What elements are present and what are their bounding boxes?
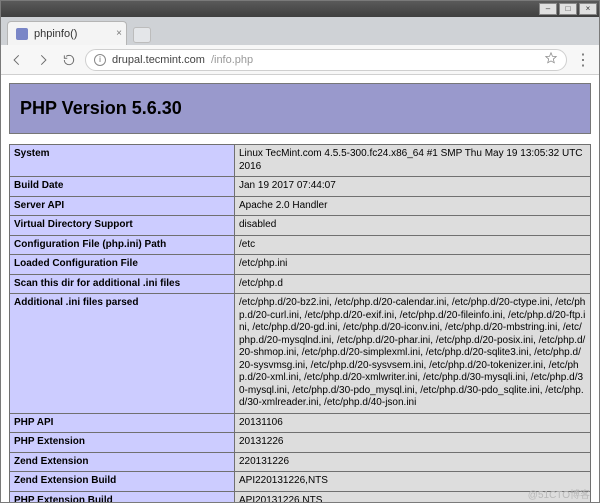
table-row: Loaded Configuration File/etc/php.ini: [10, 255, 591, 275]
site-info-icon[interactable]: i: [94, 54, 106, 66]
phpinfo-table: SystemLinux TecMint.com 4.5.5-300.fc24.x…: [9, 144, 591, 502]
bookmark-button[interactable]: [544, 51, 558, 68]
watermark: @51CTO博客: [528, 486, 590, 501]
tab-title: phpinfo(): [34, 28, 77, 40]
table-row: Server APIApache 2.0 Handler: [10, 196, 591, 216]
window-minimize-button[interactable]: –: [539, 3, 557, 15]
window-maximize-button[interactable]: □: [559, 3, 577, 15]
table-row: Build DateJan 19 2017 07:44:07: [10, 177, 591, 197]
table-row: PHP Extension BuildAPI20131226,NTS: [10, 491, 591, 502]
browser-menu-button[interactable]: ⋮: [573, 50, 593, 70]
row-key: System: [10, 145, 235, 177]
row-key: Zend Extension: [10, 452, 235, 472]
tab-strip: phpinfo() ×: [1, 17, 599, 45]
table-row: PHP API20131106: [10, 413, 591, 433]
row-value: Linux TecMint.com 4.5.5-300.fc24.x86_64 …: [235, 145, 591, 177]
new-tab-button[interactable]: [133, 27, 151, 43]
forward-arrow-icon: [36, 53, 50, 67]
table-row: SystemLinux TecMint.com 4.5.5-300.fc24.x…: [10, 145, 591, 177]
row-value: 220131226: [235, 452, 591, 472]
address-domain: drupal.tecmint.com: [112, 54, 205, 66]
row-key: Additional .ini files parsed: [10, 294, 235, 414]
table-row: Configuration File (php.ini) Path/etc: [10, 235, 591, 255]
tab-close-icon[interactable]: ×: [116, 28, 122, 39]
address-path: /info.php: [211, 54, 253, 66]
reload-button[interactable]: [59, 50, 79, 70]
window-titlebar: – □ ×: [1, 1, 599, 17]
table-row: Zend Extension BuildAPI220131226,NTS: [10, 472, 591, 492]
row-key: Loaded Configuration File: [10, 255, 235, 275]
row-value: Jan 19 2017 07:44:07: [235, 177, 591, 197]
table-row: Zend Extension220131226: [10, 452, 591, 472]
row-value: /etc/php.ini: [235, 255, 591, 275]
window-close-button[interactable]: ×: [579, 3, 597, 15]
row-value: 20131226: [235, 433, 591, 453]
page-viewport[interactable]: PHP Version 5.6.30 SystemLinux TecMint.c…: [1, 75, 599, 502]
row-key: Zend Extension Build: [10, 472, 235, 492]
reload-icon: [62, 53, 76, 67]
forward-button[interactable]: [33, 50, 53, 70]
star-icon: [544, 51, 558, 65]
page-title: PHP Version 5.6.30: [20, 98, 580, 119]
row-value: /etc: [235, 235, 591, 255]
tab-phpinfo[interactable]: phpinfo() ×: [7, 21, 127, 45]
toolbar: i drupal.tecmint.com/info.php ⋮: [1, 45, 599, 75]
table-row: Additional .ini files parsed/etc/php.d/2…: [10, 294, 591, 414]
row-key: PHP API: [10, 413, 235, 433]
row-key: Scan this dir for additional .ini files: [10, 274, 235, 294]
row-key: Configuration File (php.ini) Path: [10, 235, 235, 255]
row-key: Virtual Directory Support: [10, 216, 235, 236]
row-key: Server API: [10, 196, 235, 216]
row-value: disabled: [235, 216, 591, 236]
row-value: Apache 2.0 Handler: [235, 196, 591, 216]
address-bar[interactable]: i drupal.tecmint.com/info.php: [85, 49, 567, 71]
row-key: PHP Extension Build: [10, 491, 235, 502]
phpinfo-header-card: PHP Version 5.6.30: [9, 83, 591, 134]
row-value: 20131106: [235, 413, 591, 433]
table-row: Scan this dir for additional .ini files/…: [10, 274, 591, 294]
row-key: Build Date: [10, 177, 235, 197]
row-key: PHP Extension: [10, 433, 235, 453]
php-favicon-icon: [16, 28, 28, 40]
table-row: PHP Extension20131226: [10, 433, 591, 453]
row-value: /etc/php.d/20-bz2.ini, /etc/php.d/20-cal…: [235, 294, 591, 414]
table-row: Virtual Directory Supportdisabled: [10, 216, 591, 236]
browser-window: – □ × phpinfo() × i drupal.tecmint.com/i…: [0, 0, 600, 503]
back-button[interactable]: [7, 50, 27, 70]
menu-icon: ⋮: [575, 52, 591, 69]
back-arrow-icon: [10, 53, 24, 67]
row-value: /etc/php.d: [235, 274, 591, 294]
